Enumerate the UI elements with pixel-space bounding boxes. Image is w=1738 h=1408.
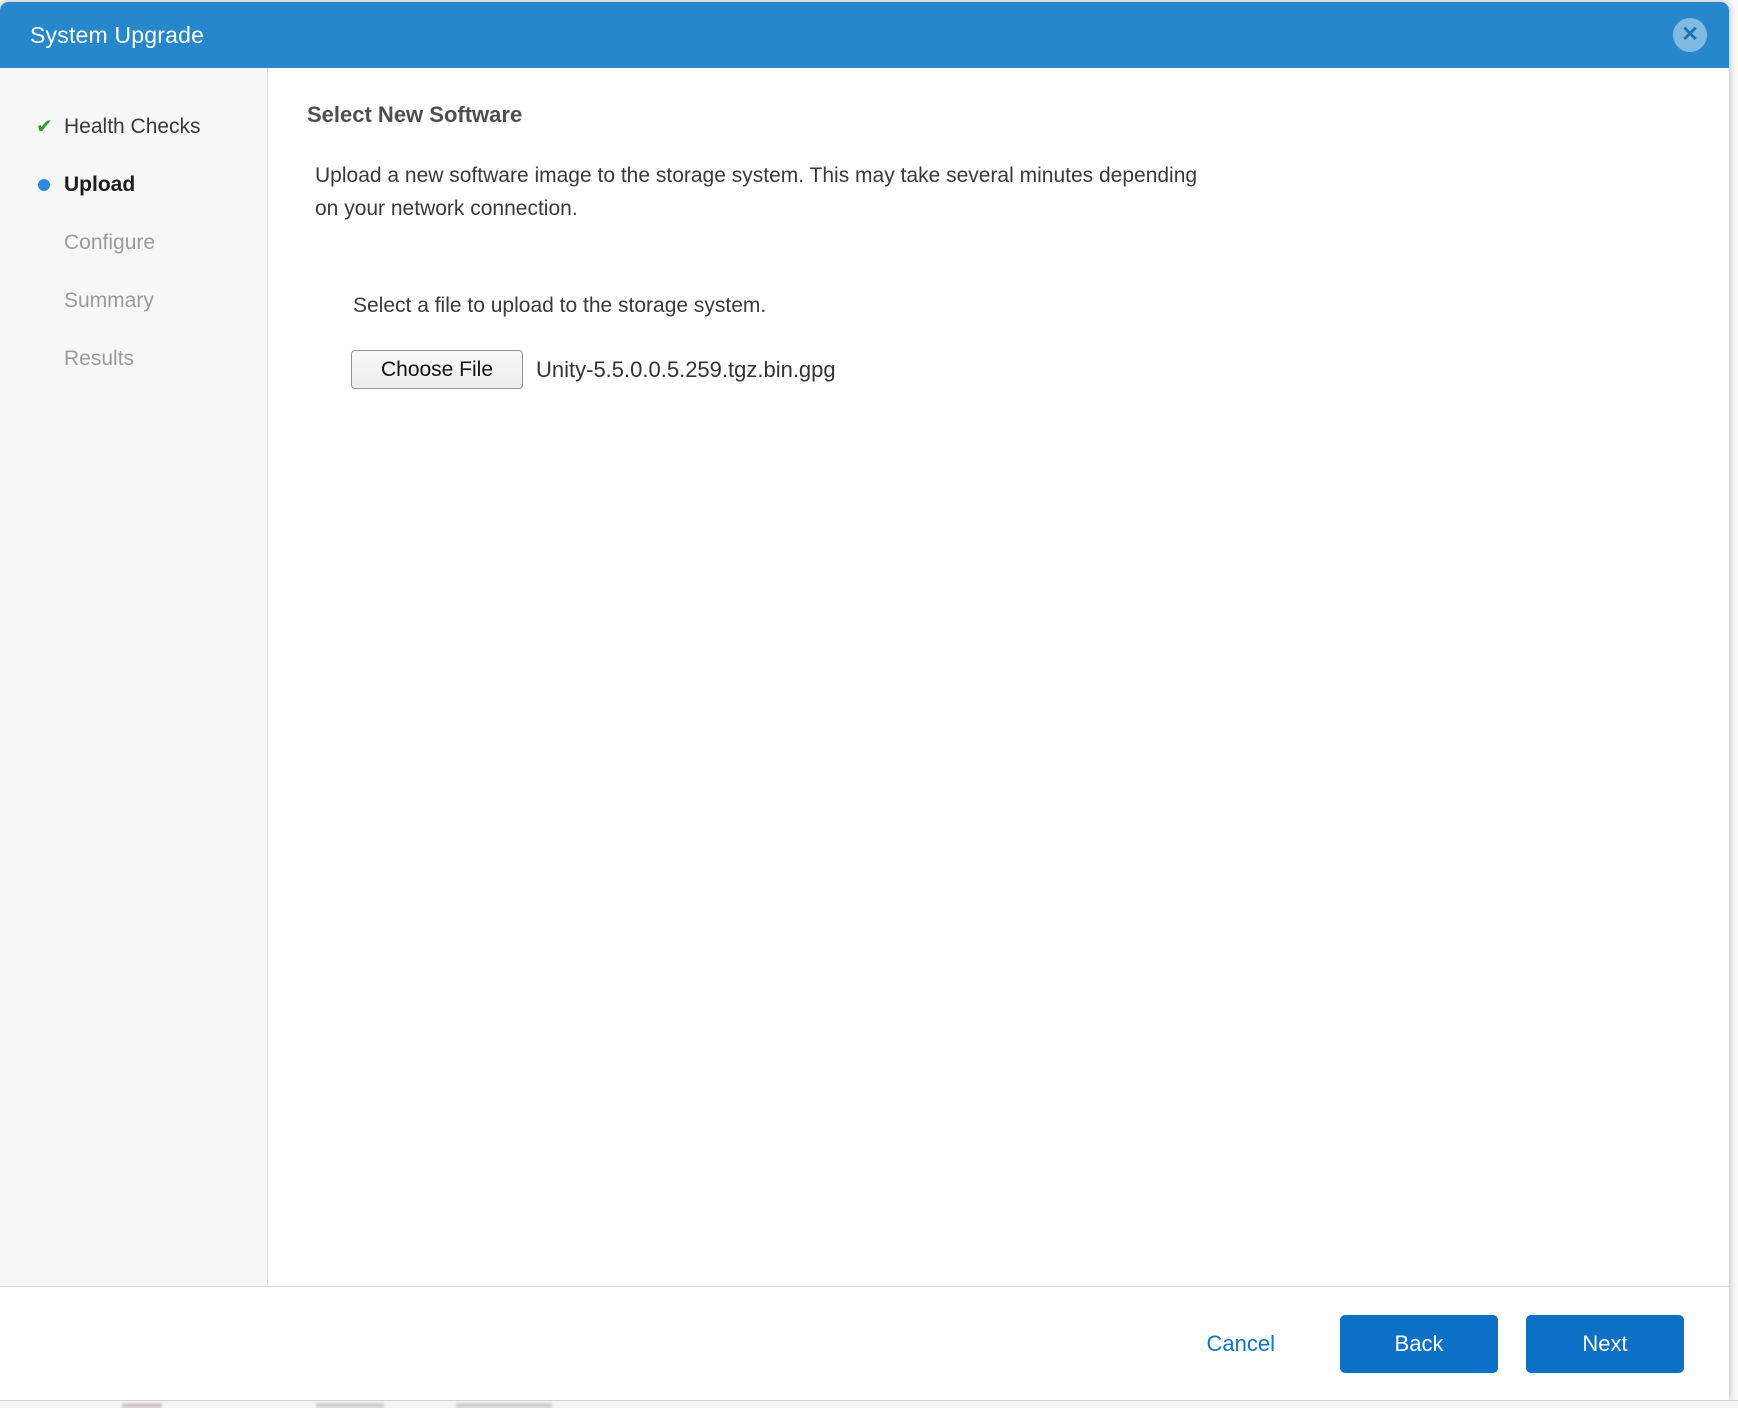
cancel-button[interactable]: Cancel — [1207, 1331, 1275, 1357]
close-button[interactable]: ✕ — [1673, 18, 1707, 52]
page-title: Select New Software — [307, 102, 523, 127]
dialog-title: System Upgrade — [30, 21, 205, 48]
description-line-1: Upload a new software image to the stora… — [315, 164, 1198, 187]
step-label: Health Checks — [64, 115, 201, 138]
step-results: Results — [0, 330, 267, 388]
step-health-checks[interactable]: ✔ Health Checks — [0, 98, 267, 156]
selected-file-name: Unity-5.5.0.0.5.259.tgz.bin.gpg — [536, 356, 836, 382]
step-configure: Configure — [0, 214, 267, 272]
step-upload[interactable]: Upload — [0, 156, 267, 214]
upload-step-content: Select New Software Upload a new softwar… — [268, 68, 1729, 1286]
back-button[interactable]: Back — [1340, 1314, 1498, 1373]
dialog-body: ✔ Health Checks Upload Configure Summary… — [0, 68, 1729, 1286]
step-label: Results — [64, 347, 135, 370]
step-label: Configure — [64, 231, 156, 254]
wizard-steps-sidebar: ✔ Health Checks Upload Configure Summary… — [0, 68, 268, 1286]
choose-file-button[interactable]: Choose File — [351, 350, 523, 389]
dialog-footer: Cancel Back Next — [0, 1287, 1729, 1400]
next-button[interactable]: Next — [1526, 1314, 1684, 1373]
file-prompt-text: Select a file to upload to the storage s… — [353, 294, 767, 317]
step-label: Upload — [64, 173, 136, 196]
background-text-fragment — [456, 1403, 552, 1408]
close-icon: ✕ — [1681, 22, 1699, 46]
background-page-edge — [0, 1400, 1738, 1408]
description-text: Upload a new software image to the stora… — [315, 159, 1699, 225]
system-upgrade-dialog: System Upgrade ✕ ✔ Health Checks Upload … — [0, 2, 1729, 1400]
background-text-fragment — [316, 1403, 384, 1408]
dialog-titlebar: System Upgrade ✕ — [0, 2, 1729, 68]
check-icon: ✔ — [36, 116, 53, 138]
step-summary: Summary — [0, 272, 267, 330]
current-step-dot-icon — [36, 179, 58, 191]
description-line-2: on your network connection. — [315, 197, 578, 220]
file-input-row: Choose File Unity-5.5.0.0.5.259.tgz.bin.… — [351, 350, 1699, 389]
step-label: Summary — [64, 289, 154, 312]
background-text-fragment — [122, 1403, 162, 1408]
